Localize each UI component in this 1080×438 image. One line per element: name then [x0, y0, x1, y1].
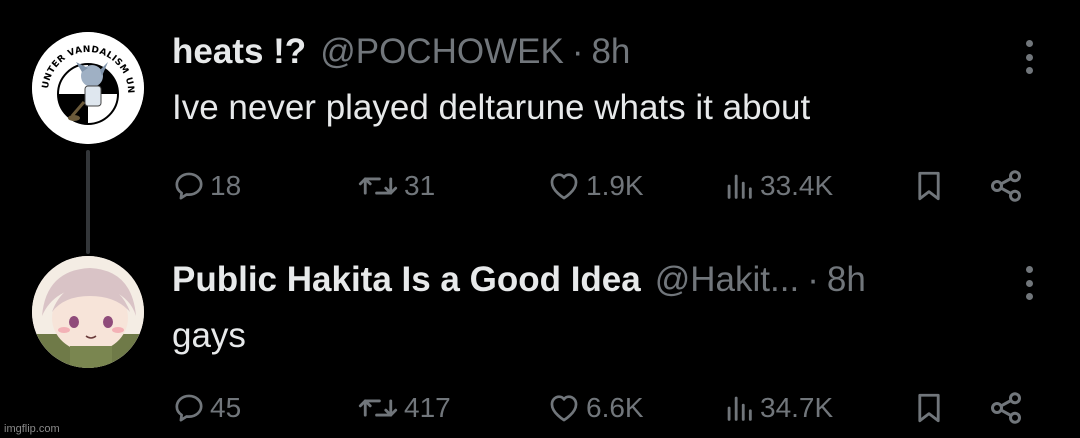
retweet-count: 31	[404, 170, 436, 201]
separator-dot: ·	[807, 260, 819, 299]
avatar[interactable]: COUNTER VANDALISM UNIT	[32, 32, 144, 144]
counter-vandalism-unit-logo: COUNTER VANDALISM UNIT	[32, 32, 144, 144]
more-options-icon[interactable]	[1024, 40, 1034, 74]
display-name[interactable]: heats !?	[172, 32, 306, 72]
user-handle[interactable]: @POCHOWEK	[320, 32, 564, 72]
bookmark-button[interactable]	[912, 388, 946, 428]
like-count: 1.9K	[586, 170, 644, 201]
tweet[interactable]: Public Hakita Is a Good Idea @Hakit... ·…	[0, 222, 1080, 438]
views-count: 34.7K	[760, 392, 834, 423]
timestamp[interactable]: 8h	[827, 260, 866, 300]
user-handle[interactable]: @Hakit...	[655, 260, 799, 300]
reply-icon	[175, 394, 203, 422]
reply-icon	[175, 172, 203, 200]
timestamp[interactable]: 8h	[591, 32, 630, 72]
action-bar: 18 31 1.9K 33.4K	[0, 166, 1080, 206]
views-button[interactable]: 33.4K	[722, 166, 833, 206]
tweet-header: Public Hakita Is a Good Idea @Hakit... ·…	[172, 260, 866, 300]
tweet-header: heats !? @POCHOWEK · 8h	[172, 32, 630, 72]
reply-count: 18	[210, 170, 242, 201]
views-count: 33.4K	[760, 170, 834, 201]
share-icon	[991, 392, 1021, 424]
reply-button[interactable]: 45	[172, 388, 241, 428]
separator-dot: ·	[571, 32, 584, 71]
retweet-button[interactable]: 31	[356, 166, 435, 206]
reply-button[interactable]: 18	[172, 166, 241, 206]
share-icon	[991, 170, 1021, 202]
retweet-icon	[358, 399, 398, 417]
display-name[interactable]: Public Hakita Is a Good Idea	[172, 260, 641, 300]
avatar[interactable]	[32, 256, 144, 368]
retweet-button[interactable]: 417	[356, 388, 451, 428]
share-button[interactable]	[988, 388, 1024, 428]
bookmark-button[interactable]	[912, 166, 946, 206]
bookmark-icon	[918, 171, 940, 201]
tweet-text: gays	[172, 316, 246, 355]
views-icon	[727, 396, 752, 421]
action-bar: 45 417 6.6K 34.7K	[0, 388, 1080, 428]
tweet[interactable]: COUNTER VANDALISM UNIT heats !? @POCHOWE…	[0, 0, 1080, 254]
retweet-count: 417	[404, 392, 451, 423]
like-icon	[550, 395, 578, 422]
views-button[interactable]: 34.7K	[722, 388, 833, 428]
anime-character-avatar	[32, 256, 144, 368]
like-count: 6.6K	[586, 392, 644, 423]
watermark: imgflip.com	[4, 423, 60, 435]
retweet-icon	[358, 177, 398, 195]
tweet-text: Ive never played deltarune whats it abou…	[172, 88, 811, 127]
share-button[interactable]	[988, 166, 1024, 206]
like-button[interactable]: 1.9K	[546, 166, 644, 206]
like-button[interactable]: 6.6K	[546, 388, 644, 428]
more-options-icon[interactable]	[1024, 266, 1034, 300]
views-icon	[727, 174, 752, 199]
bookmark-icon	[918, 393, 940, 423]
reply-count: 45	[210, 392, 242, 423]
like-icon	[550, 173, 578, 200]
